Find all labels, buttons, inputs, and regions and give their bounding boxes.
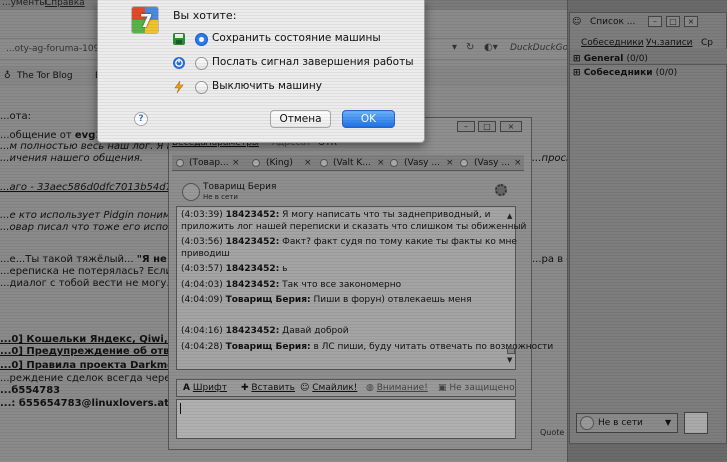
group-contacts[interactable]: ⊞ Собеседники (0/0) — [573, 68, 677, 78]
radio-save-state[interactable] — [195, 33, 208, 46]
page-line: ...ота: — [0, 111, 31, 122]
message: (4:03:56) 18423452: Факт? факт судя по т… — [181, 237, 517, 247]
chat-tab[interactable]: (Товар... — [189, 158, 229, 168]
otr-insecure-button[interactable]: ▣ Не защищено — [438, 383, 515, 393]
page-line: ...: б55654783@linuxlovers.at — [0, 398, 169, 409]
search-engine-label[interactable]: DuckDuckGo — [510, 43, 568, 53]
tab-accounts[interactable]: Уч.записи — [646, 38, 693, 48]
log-scrollbar[interactable]: ▲ ▼ — [507, 208, 515, 368]
message: приложить лог нашей переписки и сказать … — [181, 222, 527, 232]
chevron-down-icon[interactable]: ▼ — [665, 418, 671, 427]
tab-status-icon — [320, 159, 328, 167]
save-state-icon — [173, 33, 185, 45]
message: (4:04:09) Товарищ Берия: Пиши в форун) о… — [181, 295, 472, 305]
maximize-icon[interactable]: □ — [666, 16, 680, 27]
tab-more[interactable]: Ср — [701, 38, 713, 48]
page-snippet: ...ра в с — [532, 254, 572, 265]
option-save-state[interactable]: Сохранить состояние машины — [212, 32, 381, 44]
reload-icon[interactable]: ↻ — [466, 42, 474, 53]
scroll-up-icon[interactable]: ▲ — [507, 212, 512, 220]
message-input[interactable] — [176, 399, 516, 439]
gear-icon[interactable] — [495, 184, 507, 196]
page-line: ...реждение сделок всегда через — [0, 373, 176, 384]
page-line: ...ичения нашего общения. — [0, 153, 143, 164]
page-line: ...общение от evg1 : — [0, 130, 109, 141]
page-line: ...е кто использует Pidgin понима... — [0, 210, 187, 221]
message: (4:04:28) Товарищ Берия: в ЛС пиши, буду… — [181, 342, 554, 352]
page-link[interactable]: ...0] Правила проекта Darkmoney — [0, 360, 194, 371]
chat-tab[interactable]: (Vasy ... — [404, 158, 440, 168]
message: (4:03:57) 18423452: ь — [181, 264, 288, 274]
radio-acpi-shutdown[interactable] — [195, 57, 208, 70]
tor-icon: ♁ — [4, 71, 11, 81]
attention-button[interactable]: ◍ Внимание! — [366, 383, 428, 393]
offline-status-icon — [580, 416, 594, 430]
font-button[interactable]: A Шрифт — [183, 383, 227, 393]
chat-minimize-icon[interactable]: – — [457, 121, 475, 132]
page-line: ...е...Ты такой тяжёлый... "Я не з — [0, 254, 177, 265]
menu-help[interactable]: Справка — [45, 0, 85, 8]
chat-tab[interactable]: (King) — [266, 158, 293, 168]
message: (4:03:39) 18423452: Я могу написать что … — [181, 210, 491, 220]
menu-documents[interactable]: ...ументы — [2, 0, 46, 8]
scroll-down-icon[interactable]: ▼ — [507, 356, 512, 364]
virtualbox-icon: 7 — [131, 6, 159, 34]
tab-status-icon — [390, 159, 398, 167]
tab-contacts[interactable]: Собеседники — [581, 38, 644, 48]
scroll-thumb[interactable] — [507, 348, 515, 354]
message: (4:04:16) 18423452: Давай доброй — [181, 326, 349, 336]
option-power-off[interactable]: Выключить машину — [212, 80, 322, 92]
help-icon[interactable]: ? — [134, 112, 148, 126]
tab-status-icon — [460, 159, 468, 167]
chat-maximize-icon[interactable]: □ — [478, 121, 496, 132]
contact-avatar — [182, 183, 200, 201]
ok-button[interactable]: OK — [342, 110, 395, 128]
contact-name: Товарищ Берия — [203, 182, 277, 192]
contact-status: Не в сети — [203, 193, 238, 201]
page-line: ...овар писал что тоже его испол... — [0, 222, 185, 233]
dialog-question: Вы хотите: — [173, 9, 237, 22]
pidgin-icon: ☺ — [572, 17, 582, 27]
chat-tab[interactable]: (Valt K... — [333, 158, 371, 168]
power-signal-icon — [173, 57, 185, 69]
search-engine-icon[interactable]: ◐▾ — [484, 42, 498, 53]
contact-list-title: Список ... — [590, 17, 636, 27]
status-label: Не в сети — [598, 418, 643, 428]
bookmark-tor-blog[interactable]: The Tor Blog — [17, 71, 73, 81]
chat-tab[interactable]: (Vasy ... — [474, 158, 510, 168]
page-line: ...диалог с тобой вести не могу. — [0, 278, 170, 289]
quote-button[interactable]: Quote — [540, 428, 564, 437]
message: (4:04:03) 18423452: Так что все закономе… — [181, 280, 402, 290]
message: приводиш — [181, 249, 230, 259]
minimize-icon[interactable]: – — [648, 16, 662, 27]
tab-status-icon — [176, 159, 184, 167]
tab-status-icon — [252, 159, 260, 167]
chat-close-icon[interactable]: × — [500, 121, 522, 132]
group-general[interactable]: ⊞ General (0/0) — [573, 54, 648, 64]
text-caret — [180, 403, 181, 414]
smiley-button[interactable]: ☺ Смайлик! — [300, 383, 357, 393]
tab-close-icon[interactable]: × — [377, 158, 385, 168]
tab-close-icon[interactable]: × — [446, 158, 454, 168]
insert-button[interactable]: ✚ Вставить — [241, 383, 295, 393]
close-icon[interactable]: × — [684, 16, 698, 27]
page-line: ...ереписка не потерялась? Если т... — [0, 266, 191, 277]
option-acpi-shutdown[interactable]: Послать сигнал завершения работы — [212, 56, 414, 68]
radio-power-off[interactable] — [195, 81, 208, 94]
page-line: ...б554783 — [0, 385, 61, 396]
cancel-button[interactable]: Отмена — [270, 110, 331, 128]
tab-close-icon[interactable]: × — [514, 158, 522, 168]
power-off-icon — [174, 80, 184, 94]
dropdown-icon[interactable]: ▾ — [452, 42, 457, 53]
tab-close-icon[interactable]: × — [304, 158, 312, 168]
page-line-link[interactable]: ...аго - 33aec586d0dfc7013b54d74... — [0, 182, 188, 193]
tab-close-icon[interactable]: × — [232, 158, 240, 168]
avatar[interactable] — [684, 412, 708, 434]
